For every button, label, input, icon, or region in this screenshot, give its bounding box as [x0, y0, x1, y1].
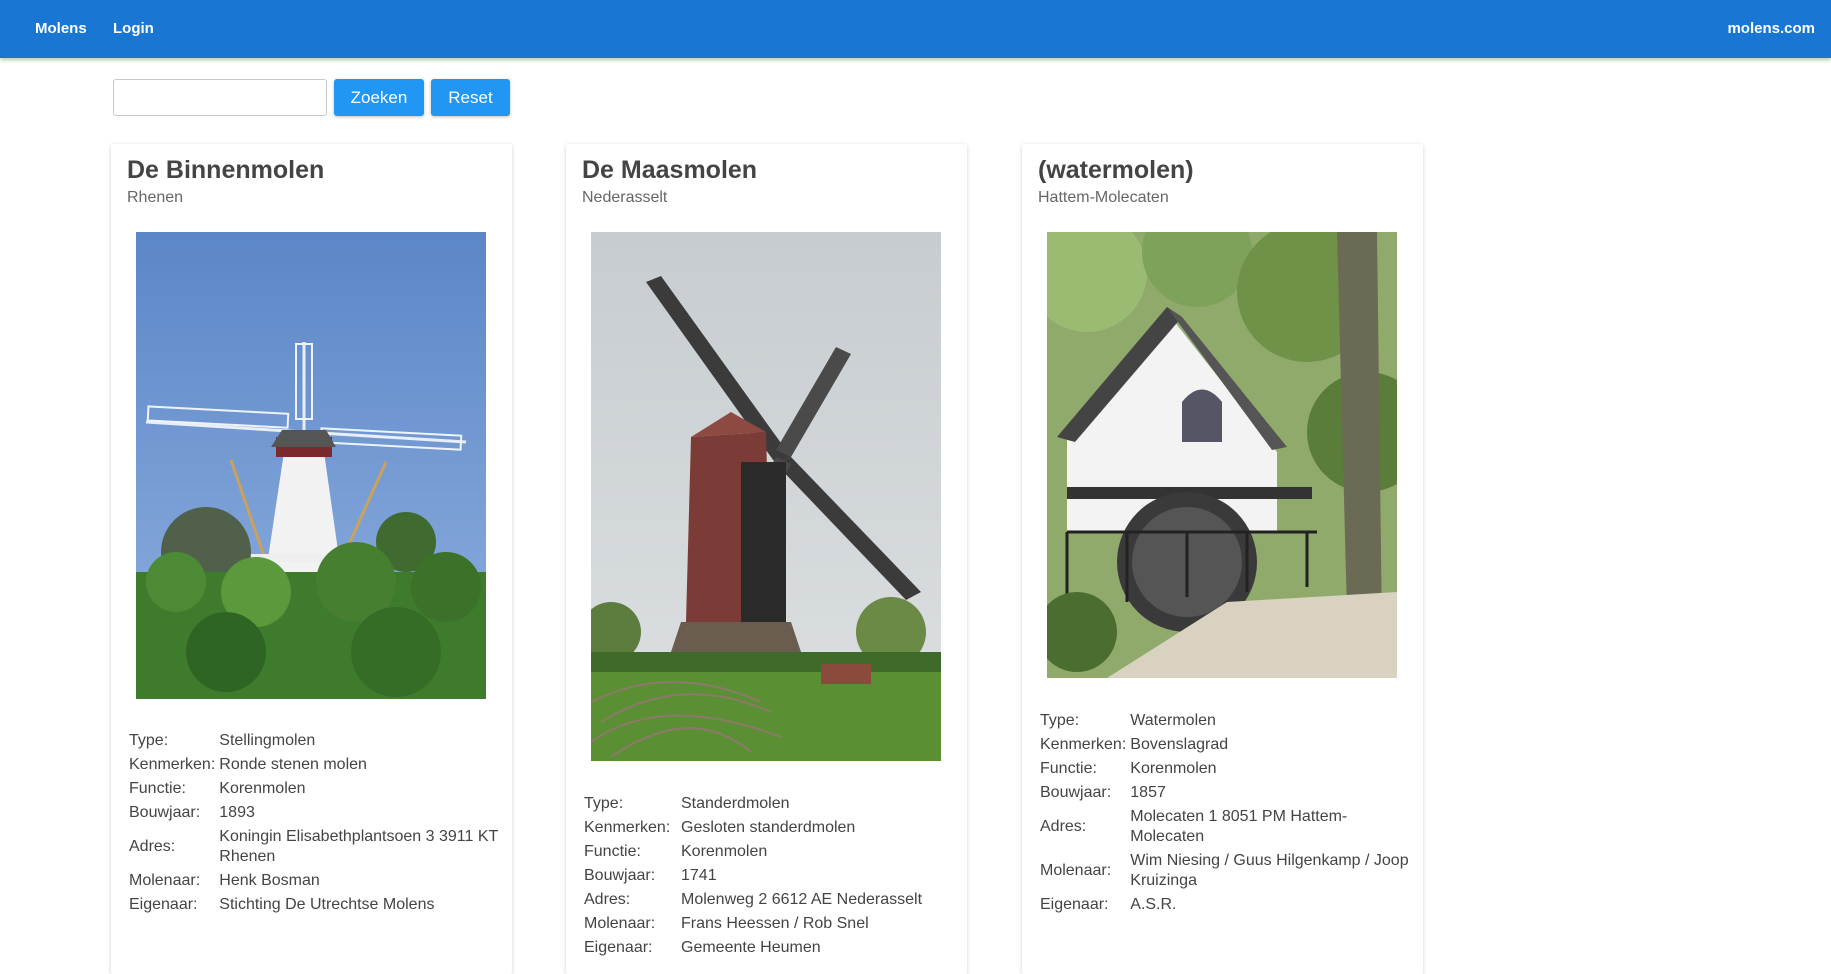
detail-row-kenmerken: Kenmerken: Gesloten standerdmolen: [584, 816, 954, 840]
mill-photo[interactable]: [591, 232, 941, 761]
detail-label: Molenaar:: [1040, 862, 1112, 879]
detail-value: 1857: [1130, 784, 1166, 801]
detail-label: Bouwjaar:: [584, 867, 656, 884]
detail-value: Wim Niesing / Guus Hilgenkamp / Joop Kru…: [1130, 852, 1409, 889]
detail-value: Korenmolen: [681, 843, 768, 860]
detail-label: Eigenaar:: [584, 939, 653, 956]
detail-row-functie: Functie: Korenmolen: [584, 840, 954, 864]
detail-label: Functie:: [129, 780, 186, 797]
detail-value: Korenmolen: [1130, 760, 1217, 777]
detail-row-bouwjaar: Bouwjaar: 1741: [584, 864, 954, 888]
detail-label: Adres:: [1040, 818, 1087, 835]
detail-row-kenmerken: Kenmerken: Bovenslagrad: [1040, 733, 1410, 757]
detail-value: Korenmolen: [219, 780, 306, 797]
detail-row-molenaar: Molenaar: Frans Heessen / Rob Snel: [584, 912, 954, 936]
detail-label: Kenmerken:: [129, 756, 216, 773]
detail-label: Eigenaar:: [129, 896, 198, 913]
detail-row-bouwjaar: Bouwjaar: 1857: [1040, 781, 1410, 805]
detail-label: Type:: [1040, 712, 1080, 729]
detail-value: Frans Heessen / Rob Snel: [681, 915, 869, 932]
mill-card[interactable]: (watermolen) Hattem-Molecaten Type: Wate…: [1022, 144, 1423, 974]
detail-row-molenaar: Molenaar: Henk Bosman: [129, 869, 499, 893]
mill-card[interactable]: De Binnenmolen Rhenen Type: Stellingmole…: [111, 144, 512, 974]
detail-row-eigenaar: Eigenaar: Gemeente Heumen: [584, 936, 954, 960]
mill-title[interactable]: De Binnenmolen: [127, 156, 324, 185]
top-navbar: Molens Login molens.com: [0, 0, 1831, 58]
mill-card[interactable]: De Maasmolen Nederasselt Type: Standerdm…: [566, 144, 967, 974]
nav-login-link[interactable]: Login: [113, 20, 154, 37]
detail-value: A.S.R.: [1130, 896, 1177, 913]
mill-place: Hattem-Molecaten: [1038, 189, 1169, 206]
detail-label: Kenmerken:: [1040, 736, 1127, 753]
detail-row-kenmerken: Kenmerken: Ronde stenen molen: [129, 753, 499, 777]
mill-title[interactable]: De Maasmolen: [582, 156, 757, 185]
detail-value: 1741: [681, 867, 717, 884]
detail-value: Stellingmolen: [219, 732, 316, 749]
detail-label: Type:: [129, 732, 169, 749]
detail-value: Standerdmolen: [681, 795, 790, 812]
detail-row-molenaar: Molenaar: Wim Niesing / Guus Hilgenkamp /…: [1040, 849, 1410, 893]
detail-value: Watermolen: [1130, 712, 1216, 729]
detail-label: Kenmerken:: [584, 819, 671, 836]
detail-label: Adres:: [584, 891, 631, 908]
detail-label: Bouwjaar:: [1040, 784, 1112, 801]
detail-value: 1893: [219, 804, 255, 821]
detail-label: Type:: [584, 795, 624, 812]
mill-details: Type: Watermolen Kenmerken: Bovenslagrad F…: [1040, 709, 1410, 917]
detail-label: Functie:: [1040, 760, 1097, 777]
detail-row-bouwjaar: Bouwjaar: 1893: [129, 801, 499, 825]
detail-row-eigenaar: Eigenaar: Stichting De Utrechtse Molens: [129, 893, 499, 917]
detail-label: Molenaar:: [584, 915, 656, 932]
detail-value: Henk Bosman: [219, 872, 320, 889]
detail-row-type: Type: Watermolen: [1040, 709, 1410, 733]
mill-title[interactable]: (watermolen): [1038, 156, 1194, 185]
detail-label: Bouwjaar:: [129, 804, 201, 821]
detail-row-type: Type: Standerdmolen: [584, 792, 954, 816]
detail-row-adres: Adres: Koningin Elisabethplantsoen 3 3911…: [129, 825, 499, 869]
detail-value: Molecaten 1 8051 PM Hattem-Molecaten: [1130, 808, 1348, 845]
detail-label: Eigenaar:: [1040, 896, 1109, 913]
reset-button[interactable]: Reset: [431, 79, 510, 116]
detail-value: Bovenslagrad: [1130, 736, 1229, 753]
mill-place: Nederasselt: [582, 189, 668, 206]
mill-details: Type: Standerdmolen Kenmerken: Gesloten st…: [584, 792, 954, 960]
nav-brand-link[interactable]: molens.com: [1727, 20, 1815, 37]
detail-row-adres: Adres: Molenweg 2 6612 AE Nederasselt: [584, 888, 954, 912]
mill-place: Rhenen: [127, 189, 184, 206]
detail-value: Stichting De Utrechtse Molens: [219, 896, 435, 913]
search-button[interactable]: Zoeken: [334, 79, 424, 116]
detail-row-functie: Functie: Korenmolen: [1040, 757, 1410, 781]
nav-molens-link[interactable]: Molens: [35, 20, 87, 37]
detail-row-type: Type: Stellingmolen: [129, 729, 499, 753]
detail-value: Koningin Elisabethplantsoen 3 3911 KT Rh…: [219, 828, 498, 865]
search-input[interactable]: [113, 79, 327, 116]
detail-value: Gesloten standerdmolen: [681, 819, 856, 836]
mill-details: Type: Stellingmolen Kenmerken: Ronde stene…: [129, 729, 499, 917]
mill-photo[interactable]: [1047, 232, 1397, 678]
detail-row-eigenaar: Eigenaar: A.S.R.: [1040, 893, 1410, 917]
mill-photo[interactable]: [136, 232, 486, 699]
detail-value: Ronde stenen molen: [219, 756, 367, 773]
detail-label: Functie:: [584, 843, 641, 860]
detail-label: Molenaar:: [129, 872, 201, 889]
detail-value: Molenweg 2 6612 AE Nederasselt: [681, 891, 923, 908]
detail-row-adres: Adres: Molecaten 1 8051 PM Hattem-Molecat…: [1040, 805, 1410, 849]
detail-label: Adres:: [129, 838, 176, 855]
detail-value: Gemeente Heumen: [681, 939, 821, 956]
detail-row-functie: Functie: Korenmolen: [129, 777, 499, 801]
